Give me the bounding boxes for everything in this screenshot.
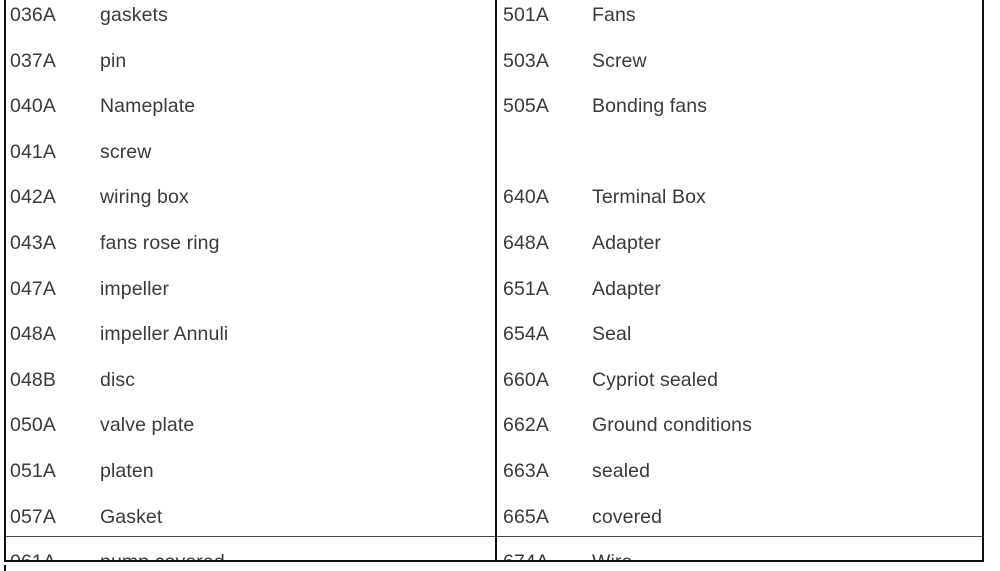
part-description-left: wiring box xyxy=(100,186,189,209)
table-border-right xyxy=(982,0,984,562)
table-row: 037A pin 503A Screw xyxy=(0,46,1000,92)
part-description-left: fans rose ring xyxy=(100,232,220,254)
part-description-right: sealed xyxy=(592,460,651,482)
part-code-left: 042A xyxy=(10,186,56,209)
part-code-right: 501A xyxy=(503,4,549,26)
part-description-left: impeller Annuli xyxy=(100,323,229,346)
next-table-border-left xyxy=(4,565,6,571)
table-row: 047A impeller 651A Adapter xyxy=(0,274,1000,320)
part-code-right: 665A xyxy=(503,505,549,528)
part-code-left: 040A xyxy=(10,95,56,118)
table-row: 042A wiring box 640A Terminal Box xyxy=(0,182,1000,228)
part-description-left: gaskets xyxy=(100,4,168,26)
part-description-left: Gasket xyxy=(100,505,163,528)
part-code-left: 050A xyxy=(10,414,56,437)
table-row: 043A fans rose ring 648A Adapter xyxy=(0,228,1000,274)
row-divider-rule xyxy=(4,536,984,537)
part-code-right: 662A xyxy=(503,414,549,437)
part-code-right: 503A xyxy=(503,49,549,72)
part-description-left: platen xyxy=(100,460,154,482)
table-row: 051A platen 663A sealed xyxy=(0,456,1000,502)
table-row: 050A valve plate 662A Ground conditions xyxy=(0,410,1000,456)
part-description-right: Bonding fans xyxy=(592,95,708,118)
part-code-right: 648A xyxy=(503,232,549,254)
page: 036A gaskets 501A Fans 037A pin 503A Screw 040A N… xyxy=(0,0,1000,571)
part-description-left: disc xyxy=(100,368,136,391)
part-code-right: 654A xyxy=(503,323,549,346)
part-description-right: Adapter xyxy=(592,277,661,300)
table-row: 041A screw xyxy=(0,137,1000,183)
part-description-right: Cypriot sealed xyxy=(592,368,719,391)
part-code-left: 041A xyxy=(10,140,56,163)
parts-table: 036A gaskets 501A Fans 037A pin 503A Screw 040A N… xyxy=(0,0,1000,562)
table-row: 048B disc 660A Cypriot sealed xyxy=(0,365,1000,411)
part-description-left: pin xyxy=(100,49,127,72)
part-code-left: 048B xyxy=(10,368,56,391)
table-row: 036A gaskets 501A Fans xyxy=(0,0,1000,46)
table-row: 048A impeller Annuli 654A Seal xyxy=(0,319,1000,365)
part-code-left: 043A xyxy=(10,232,56,254)
part-code-left: 037A xyxy=(10,49,56,72)
part-code-right: 505A xyxy=(503,95,549,118)
part-description-left: impeller xyxy=(100,277,170,300)
part-code-right: 663A xyxy=(503,460,549,482)
part-description-right: Adapter xyxy=(592,232,661,254)
table-border-middle xyxy=(495,0,497,562)
part-description-right: Terminal Box xyxy=(592,186,706,209)
part-code-left: 047A xyxy=(10,277,56,300)
part-description-right: Seal xyxy=(592,323,632,346)
part-description-right: Screw xyxy=(592,49,647,72)
part-description-right: Ground conditions xyxy=(592,414,752,437)
part-description-right: Fans xyxy=(592,4,636,26)
part-code-left: 036A xyxy=(10,4,56,26)
part-code-left: 057A xyxy=(10,505,56,528)
part-code-right: 651A xyxy=(503,277,549,300)
part-description-right: covered xyxy=(592,505,663,528)
part-code-left: 051A xyxy=(10,460,56,482)
table-row: 040A Nameplate 505A Bonding fans xyxy=(0,91,1000,137)
table-row: 057A Gasket 665A covered xyxy=(0,502,1000,548)
part-code-right: 660A xyxy=(503,368,549,391)
table-border-bottom xyxy=(4,560,984,562)
part-code-right: 640A xyxy=(503,186,549,209)
part-code-left: 048A xyxy=(10,323,56,346)
part-description-left: valve plate xyxy=(100,414,195,437)
table-border-left xyxy=(4,0,6,562)
part-description-left: Nameplate xyxy=(100,95,196,118)
part-description-left: screw xyxy=(100,140,152,163)
